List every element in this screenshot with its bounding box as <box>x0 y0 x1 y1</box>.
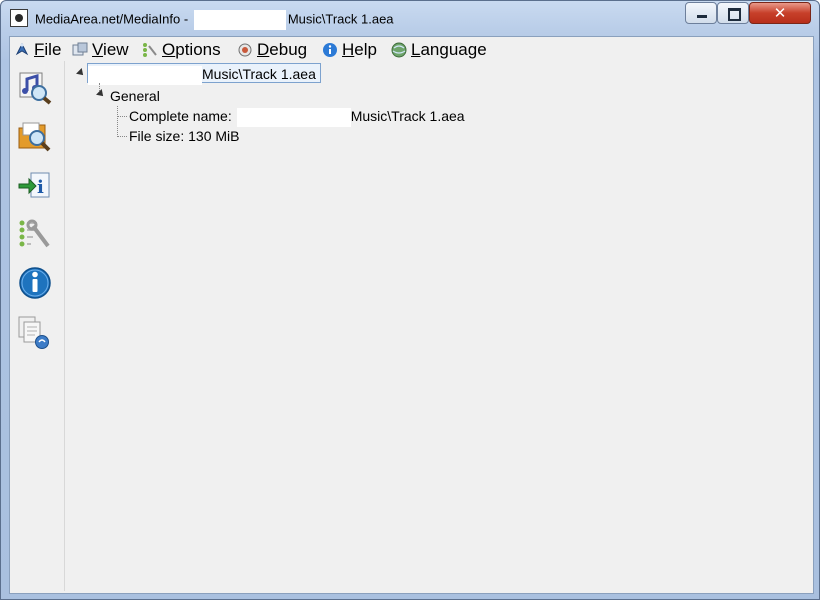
export-info-button[interactable]: i <box>17 167 53 203</box>
about-info-icon <box>19 267 51 299</box>
options-icon <box>142 42 158 58</box>
redacted-path <box>88 65 202 85</box>
debug-icon <box>237 42 253 58</box>
tree-line <box>117 106 118 137</box>
menu-help[interactable]: Help <box>322 39 377 61</box>
expand-general-icon[interactable] <box>96 89 106 99</box>
globe-icon <box>391 42 407 58</box>
minimize-icon <box>697 15 707 18</box>
tree-item-complete-name[interactable]: Complete name: Music\Track 1.aea <box>129 106 465 127</box>
tree-line <box>117 116 127 117</box>
title-bar[interactable]: MediaArea.net/MediaInfo - Music\Track 1.… <box>1 1 819 35</box>
help-icon <box>322 42 338 58</box>
open-folder-button[interactable] <box>17 118 53 154</box>
open-file-button[interactable] <box>17 69 53 105</box>
app-window: MediaArea.net/MediaInfo - Music\Track 1.… <box>0 0 820 600</box>
about-button[interactable] <box>17 265 53 301</box>
tree-item-file-size[interactable]: File size: 130 MiB <box>129 126 239 146</box>
svg-text:i: i <box>37 177 44 198</box>
expand-root-icon[interactable] <box>76 68 86 78</box>
menu-options[interactable]: Options <box>142 39 221 61</box>
close-icon: ✕ <box>773 4 787 22</box>
preferences-button[interactable] <box>17 216 53 252</box>
close-button[interactable]: ✕ <box>749 2 811 24</box>
redacted-path <box>193 10 286 30</box>
file-icon <box>14 42 30 58</box>
menu-view[interactable]: View <box>72 39 129 61</box>
menu-bar: File View Options Debug Help Language <box>10 37 813 61</box>
maximize-icon <box>728 8 741 21</box>
open-file-icon <box>19 72 52 105</box>
menu-debug[interactable]: Debug <box>237 39 307 61</box>
window-title: MediaArea.net/MediaInfo - Music\Track 1.… <box>35 10 394 30</box>
maximize-button[interactable] <box>717 2 749 24</box>
tree-node-general[interactable]: General <box>110 86 160 106</box>
menu-file[interactable]: File <box>14 39 61 61</box>
tree-line <box>117 136 127 137</box>
client-area: File View Options Debug Help Language i … <box>9 36 814 594</box>
copy-files-icon <box>18 316 49 349</box>
export-info-icon: i <box>18 172 50 198</box>
view-icon <box>72 42 88 58</box>
redacted-path <box>236 107 351 127</box>
sidebar-toolbar: i <box>10 61 64 593</box>
mediainfo-app-icon[interactable] <box>10 9 28 27</box>
open-folder-icon <box>18 122 51 152</box>
copy-files-button[interactable] <box>17 314 53 350</box>
preferences-icon <box>19 219 50 248</box>
menu-language[interactable]: Language <box>391 39 487 61</box>
tree-root-file[interactable]: Music\Track 1.aea <box>87 63 321 85</box>
minimize-button[interactable] <box>685 2 717 24</box>
info-tree-view[interactable]: Music\Track 1.aea General Complete name:… <box>64 61 812 591</box>
